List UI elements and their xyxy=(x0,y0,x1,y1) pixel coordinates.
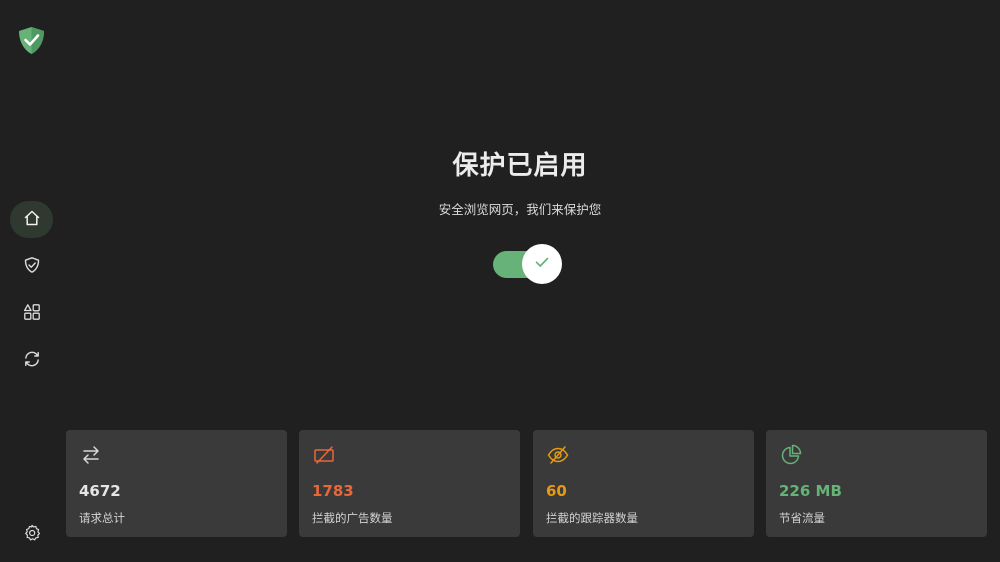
pie-chart-icon xyxy=(779,443,803,467)
stat-card-requests[interactable]: 4672 请求总计 xyxy=(66,430,287,537)
check-icon xyxy=(533,253,551,275)
toggle-knob xyxy=(522,244,562,284)
settings-button[interactable] xyxy=(19,522,44,547)
sidebar-item-protection[interactable] xyxy=(10,248,53,285)
stat-label: 节省流量 xyxy=(779,511,825,525)
stat-card-ads-blocked[interactable]: 1783 拦截的广告数量 xyxy=(299,430,520,537)
stat-value: 60 xyxy=(546,482,567,500)
ad-blocked-icon xyxy=(312,443,336,467)
apps-icon xyxy=(23,303,41,325)
protection-status: 保护已启用 安全浏览网页，我们来保护您 xyxy=(320,145,720,218)
status-subtitle: 安全浏览网页，我们来保护您 xyxy=(438,202,602,217)
shield-check-icon xyxy=(23,256,41,278)
stat-card-trackers-blocked[interactable]: 60 拦截的跟踪器数量 xyxy=(533,430,754,537)
eye-off-icon xyxy=(546,443,570,467)
swap-arrows-icon xyxy=(79,443,103,467)
gear-icon xyxy=(23,524,41,546)
sidebar-item-home[interactable] xyxy=(10,201,53,238)
sidebar-item-sync[interactable] xyxy=(10,342,53,379)
stat-label: 请求总计 xyxy=(79,511,125,525)
app-window: 保护已启用 安全浏览网页，我们来保护您 4672 请求总计 1783 拦截的广告… xyxy=(0,0,1000,562)
stat-card-traffic-saved[interactable]: 226 MB 节省流量 xyxy=(766,430,987,537)
stat-label: 拦截的广告数量 xyxy=(312,511,393,525)
shield-logo-icon xyxy=(17,26,46,55)
stat-value: 1783 xyxy=(312,482,354,500)
page-title: 保护已启用 xyxy=(452,151,588,181)
stat-label: 拦截的跟踪器数量 xyxy=(546,511,638,525)
protection-toggle[interactable] xyxy=(493,244,563,284)
home-icon xyxy=(23,209,41,231)
sidebar-item-apps[interactable] xyxy=(10,295,53,332)
stat-value: 4672 xyxy=(79,482,121,500)
sync-icon xyxy=(23,350,41,372)
stat-value: 226 MB xyxy=(779,482,842,500)
